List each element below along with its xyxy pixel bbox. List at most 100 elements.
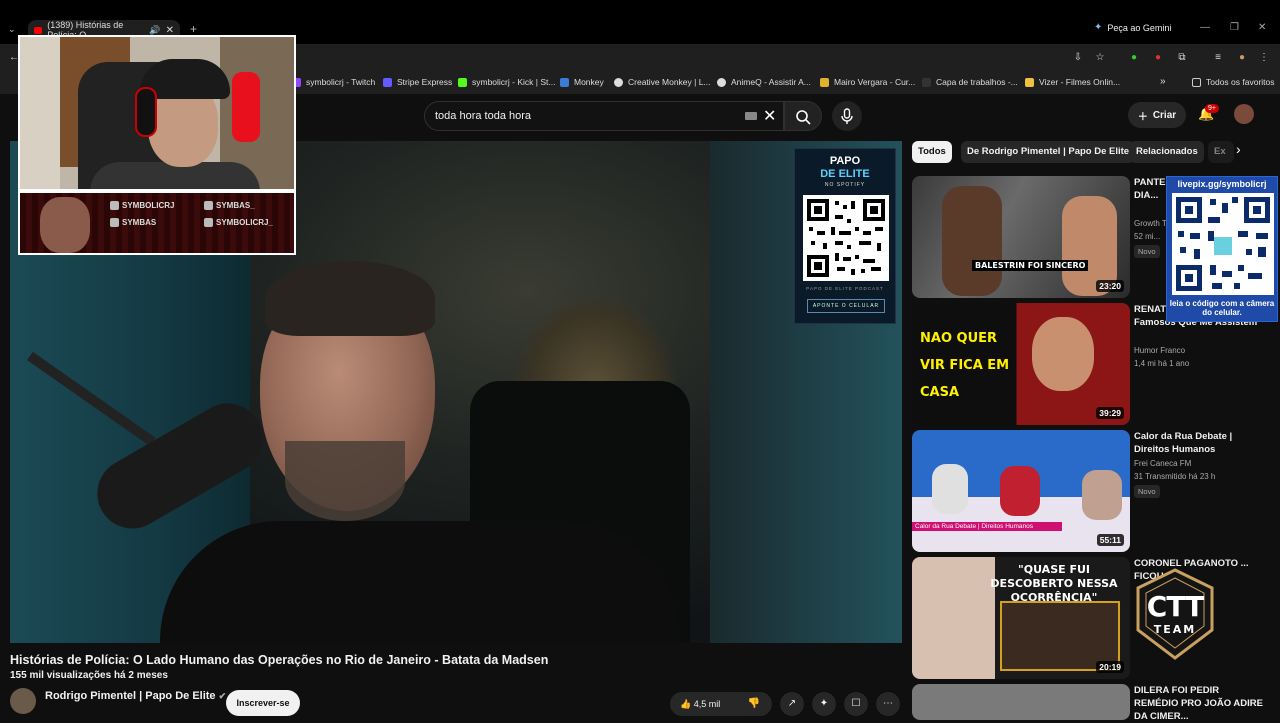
qr-card-title: PAPO [829, 155, 861, 167]
chip-related[interactable]: Relacionados [1130, 141, 1204, 163]
instagram-icon [204, 218, 213, 227]
search-input[interactable]: toda hora toda hora [424, 101, 784, 131]
tab-close-icon[interactable]: ✕ [166, 25, 174, 36]
bookmark-item[interactable]: Creative Monkey | L... [614, 77, 711, 87]
search-button[interactable] [784, 101, 822, 131]
livepix-qr-overlay: livepix.gg/symbolicrj leia o código com … [1166, 176, 1278, 322]
thumb-caption: Calor da Rua Debate | Direitos Humanos [912, 522, 1062, 531]
verified-icon: ✔ [218, 691, 227, 701]
bookmark-item[interactable]: Mairo Vergara - Cur... [820, 77, 915, 87]
rec-thumbnail[interactable]: NAO QUER VIR FICA EM CASA 39:29 [912, 303, 1130, 425]
gemini-label: Peça ao Gemini [1107, 22, 1172, 33]
bookmark-star-icon[interactable]: ☆ [1094, 52, 1106, 64]
rec-thumbnail[interactable]: BALESTRIN FOI SINCERO 23:20 [912, 176, 1130, 298]
subscribe-button[interactable]: Inscrever-se [226, 690, 300, 716]
thumb-caption: BALESTRIN FOI SINCERO [972, 260, 1089, 271]
account-avatar[interactable] [1234, 104, 1254, 124]
qr-card-subtitle: DE ELITE [820, 168, 870, 180]
create-button[interactable]: ＋ Criar [1128, 102, 1186, 128]
filter-chips: Todos De Rodrigo Pimentel | Papo De Elit… [912, 141, 1252, 165]
more-bookmarks-icon[interactable]: » [1160, 76, 1166, 87]
bookmark-item[interactable]: symbolicrj - Twitch [292, 77, 375, 87]
media-icon[interactable]: ≡ [1212, 52, 1224, 64]
bookmark-item[interactable]: Capa de trabalhos -... [922, 77, 1018, 87]
social-handle-youtube: SYMBAS [110, 218, 204, 227]
rec-thumbnail[interactable]: Calor da Rua Debate | Direitos Humanos 5… [912, 430, 1130, 552]
streamer-webcam-overlay [18, 35, 296, 191]
rec-title[interactable]: DILERA FOI PEDIR REMÉDIO PRO JOÃO ADIRE … [1134, 684, 1264, 723]
all-favorites-button[interactable]: Todos os favoritos [1192, 77, 1275, 87]
social-handle-instagram: SYMBOLICRJ_ [204, 218, 294, 227]
microphone-icon [841, 108, 853, 124]
cam-red-microphone [232, 72, 260, 142]
social-handle-twitch: SYMBOLICRJ [110, 201, 204, 210]
qr-code-image [803, 195, 889, 281]
bookmark-item[interactable]: Stripe Express [383, 77, 452, 87]
thumb-figure [942, 186, 1002, 296]
channel-avatar[interactable] [10, 688, 36, 714]
extension-green-icon[interactable]: ● [1128, 52, 1140, 64]
qr-card-podcast-label: PAPO DE ELITE PODCAST [806, 286, 884, 291]
bookmark-item[interactable]: Monkey [560, 77, 604, 87]
bookmark-item[interactable]: AnimeQ - Assistir A... [717, 77, 811, 87]
share-icon[interactable]: ↗ [780, 692, 804, 716]
thumb-figure [1000, 466, 1040, 516]
new-badge: Novo [1134, 245, 1160, 258]
magic-icon[interactable]: ✦ [812, 692, 836, 716]
video-duration: 55:11 [1096, 534, 1124, 546]
rec-thumbnail[interactable] [912, 684, 1130, 720]
ctt-logo-text: CTT TEAM [1146, 590, 1204, 636]
monkey-icon [560, 77, 569, 87]
bookmark-item[interactable]: Vizer - Filmes Onlin... [1025, 77, 1120, 87]
minimize-button[interactable]: — [1200, 22, 1210, 33]
chip-channel[interactable]: De Rodrigo Pimentel | Papo De Elite [961, 141, 1136, 163]
notifications-badge: 9+ [1205, 104, 1219, 113]
video-duration: 39:29 [1096, 407, 1124, 419]
globe-icon [717, 77, 726, 87]
new-tab-button[interactable]: + [190, 22, 197, 36]
page-icon [922, 77, 931, 87]
tab-audio-icon[interactable]: 🔊 [149, 25, 160, 36]
video-person-hair [265, 261, 435, 336]
chip-all[interactable]: Todos [912, 141, 952, 163]
rec-thumbnail[interactable]: "QUASE FUI DESCOBERTO NESSA OCORRÊNCIA" … [912, 557, 1130, 679]
gemini-button[interactable]: ✦ Peça ao Gemini [1094, 22, 1171, 33]
tab-search-icon[interactable]: ⌄ [8, 24, 16, 35]
qr-card-tagline: NO SPOTIFY [824, 182, 866, 188]
rec-title[interactable]: Calor da Rua Debate | Direitos Humanos [1134, 430, 1264, 456]
rec-channel[interactable]: Frei Caneca FM [1134, 459, 1191, 468]
clear-search-icon[interactable]: ✕ [763, 106, 776, 126]
video-meta: 155 mil visualizações há 2 meses [10, 670, 168, 681]
channel-name[interactable]: Rodrigo Pimentel | Papo De Elite ✔ [45, 690, 226, 702]
maximize-button[interactable]: ❐ [1230, 22, 1239, 33]
livepix-qr-code [1172, 193, 1274, 295]
keyboard-icon[interactable] [745, 112, 757, 120]
bookmark-item[interactable]: symbolicrj - Kick | St... [458, 77, 555, 87]
thumb-caption: "QUASE FUI DESCOBERTO NESSA OCORRÊNCIA" [990, 563, 1118, 604]
chevron-right-icon[interactable]: › [1236, 141, 1241, 157]
extension-red-icon[interactable]: ● [1152, 52, 1164, 64]
qr-card-button: APONTE O CELULAR [807, 299, 885, 313]
thumb-figure [1032, 317, 1094, 391]
extensions-icon[interactable]: ⧉ [1176, 52, 1188, 64]
social-avatar [40, 197, 90, 253]
mairo-icon [820, 77, 829, 87]
chip-more[interactable]: Ex [1208, 141, 1234, 163]
close-window-button[interactable]: ✕ [1258, 22, 1266, 33]
video-person-body [160, 521, 680, 643]
thumb-figure [1082, 470, 1122, 520]
channel-name-text: Rodrigo Pimentel | Papo De Elite [45, 690, 216, 702]
save-icon[interactable]: ☐ [844, 692, 868, 716]
livepix-title: livepix.gg/symbolicrj [1177, 179, 1267, 189]
voice-search-button[interactable] [832, 101, 862, 131]
like-count: 4,5 mil [693, 699, 721, 709]
dislike-icon[interactable]: 👎 [742, 692, 766, 716]
twitch-icon [110, 201, 119, 210]
menu-icon[interactable]: ⋮ [1258, 52, 1270, 64]
install-icon[interactable]: ⇩ [1072, 52, 1084, 64]
profile-icon[interactable]: ● [1236, 52, 1248, 64]
video-person-beard [285, 441, 405, 521]
rec-channel[interactable]: Humor Franco [1134, 346, 1185, 355]
more-actions-icon[interactable]: ⋯ [876, 692, 900, 716]
youtube-favicon-icon [34, 26, 43, 34]
